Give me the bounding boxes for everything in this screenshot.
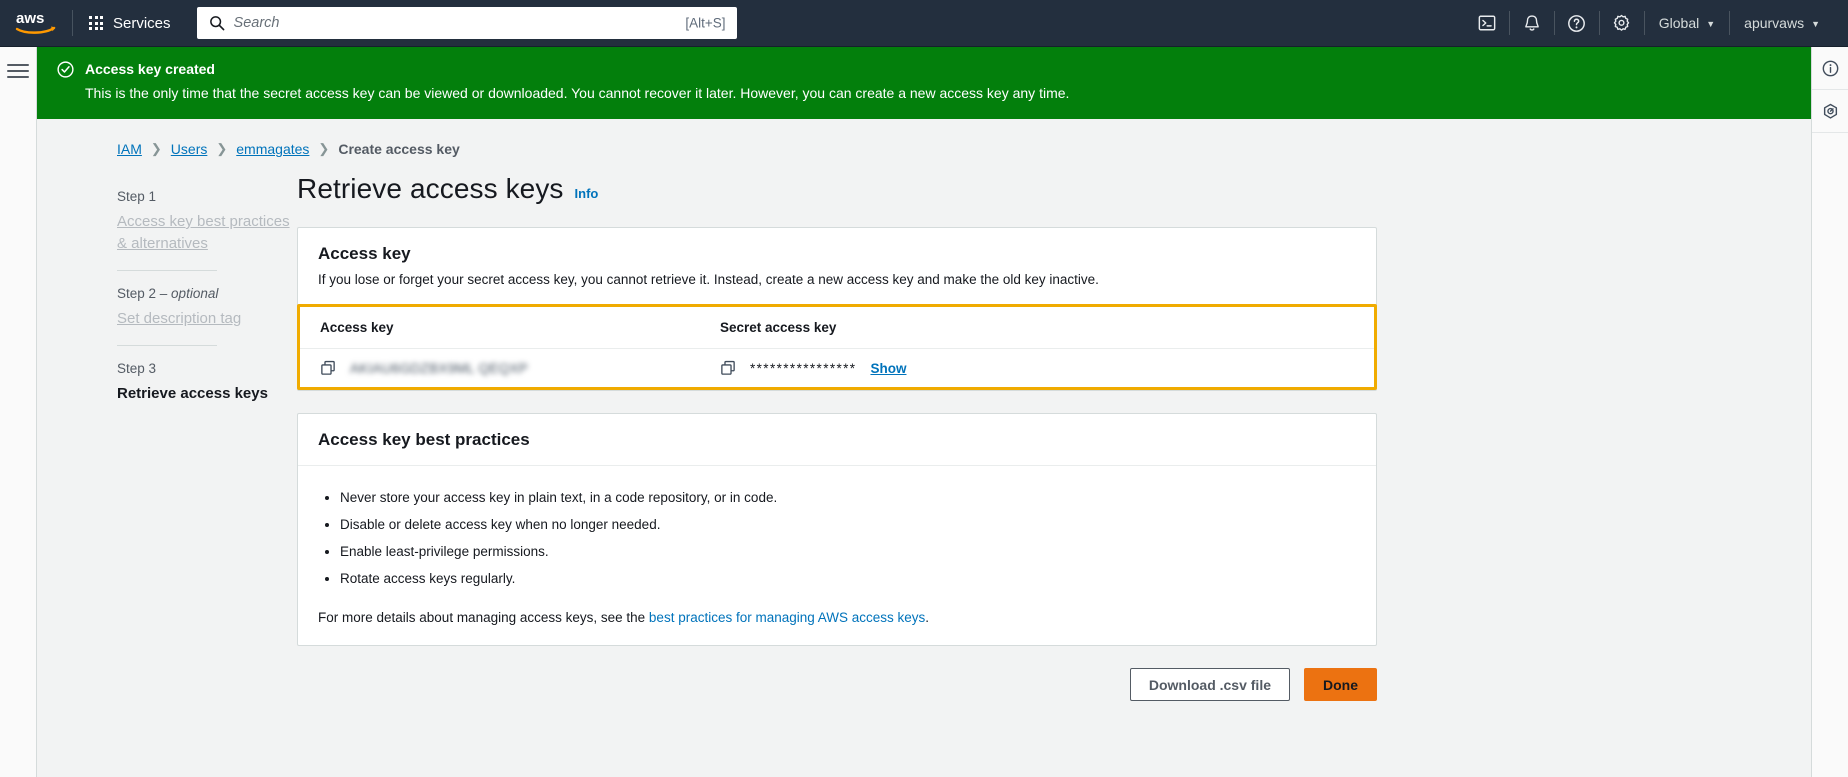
- breadcrumb: IAM ❯ Users ❯ emmagates ❯ Create access …: [37, 119, 1811, 157]
- step-1-label: Step 1: [117, 189, 157, 204]
- table-header-row: Access key Secret access key: [300, 307, 1374, 349]
- done-button[interactable]: Done: [1304, 668, 1377, 701]
- page-content: IAM ❯ Users ❯ emmagates ❯ Create access …: [37, 119, 1811, 777]
- cloudshell-icon: [1478, 15, 1496, 31]
- step-3-link: Retrieve access keys: [117, 385, 268, 402]
- access-key-card: Access key If you lose or forget your se…: [297, 227, 1377, 391]
- best-practices-list: Never store your access key in plain tex…: [298, 466, 1376, 602]
- column-header-access-key: Access key: [300, 307, 700, 349]
- best-practices-footer: For more details about managing access k…: [298, 602, 1376, 645]
- secret-access-key-masked: ****************: [750, 360, 857, 376]
- footer-suffix-text: .: [925, 610, 930, 625]
- wizard-step-2: Step 2 – optional Set description tag: [117, 286, 297, 345]
- step-2-label: Step 2 – optional: [117, 286, 219, 301]
- settings-gear-icon: [1614, 14, 1630, 31]
- help-button[interactable]: [1555, 0, 1599, 47]
- page-title-row: Retrieve access keys Info: [297, 173, 1377, 205]
- best-practices-card: Access key best practices Never store yo…: [297, 413, 1377, 646]
- breadcrumb-separator: ❯: [150, 141, 162, 156]
- services-menu-button[interactable]: Services: [73, 0, 185, 47]
- column-header-secret-access-key: Secret access key: [700, 307, 1030, 349]
- app-shell: Access key created This is the only time…: [0, 47, 1848, 777]
- aws-console-page: aws Services [Alt+S]: [0, 0, 1848, 777]
- access-key-card-title: Access key: [318, 244, 411, 263]
- info-panel-button[interactable]: [1811, 47, 1848, 90]
- wizard-steps-sidebar: Step 1 Access key best practices & alter…: [37, 173, 297, 731]
- hamburger-menu-icon[interactable]: [7, 64, 29, 78]
- copy-icon[interactable]: [320, 360, 336, 376]
- security-panel-button[interactable]: [1811, 90, 1848, 133]
- info-link[interactable]: Info: [575, 186, 599, 201]
- step-3-label: Step 3: [117, 361, 157, 376]
- footer-prefix-text: For more details about managing access k…: [318, 610, 649, 625]
- content-columns: Step 1 Access key best practices & alter…: [37, 157, 1811, 731]
- svg-text:aws: aws: [16, 10, 44, 27]
- settings-button[interactable]: [1600, 0, 1644, 47]
- breadcrumb-item-iam[interactable]: IAM: [117, 141, 142, 157]
- services-label: Services: [113, 14, 171, 32]
- access-key-card-header: Access key If you lose or forget your se…: [298, 228, 1376, 304]
- chevron-down-icon: ▼: [1706, 18, 1716, 29]
- account-menu[interactable]: apurvaws ▼: [1730, 0, 1834, 47]
- access-key-highlight-region: Access key Secret access key AKIAU6GDZBX…: [297, 304, 1377, 390]
- step-1-link[interactable]: Access key best practices & alternatives: [117, 213, 290, 252]
- region-label: Global: [1658, 15, 1700, 31]
- wizard-step-3: Step 3 Retrieve access keys: [117, 361, 297, 420]
- account-label: apurvaws: [1744, 15, 1805, 31]
- right-tools-rail: [1811, 47, 1848, 777]
- breadcrumb-separator: ❯: [216, 141, 228, 156]
- page-title: Retrieve access keys: [297, 173, 564, 204]
- step-divider: [117, 270, 217, 271]
- grid-menu-icon: [89, 16, 103, 30]
- flash-message: This is the only time that the secret ac…: [85, 85, 1070, 101]
- search-shortcut-hint: [Alt+S]: [685, 15, 726, 31]
- chevron-down-icon: ▼: [1811, 18, 1820, 29]
- notifications-button[interactable]: [1510, 0, 1554, 47]
- best-practices-title: Access key best practices: [318, 430, 530, 449]
- top-nav-right-group: Global ▼ apurvaws ▼: [1465, 0, 1848, 47]
- breadcrumb-separator: ❯: [318, 141, 330, 156]
- notifications-bell-icon: [1524, 14, 1539, 31]
- best-practices-header: Access key best practices: [298, 414, 1376, 466]
- top-navigation-bar: aws Services [Alt+S]: [0, 0, 1848, 47]
- wizard-step-1: Step 1 Access key best practices & alter…: [117, 189, 297, 270]
- cloudshell-button[interactable]: [1465, 0, 1509, 47]
- flash-title: Access key created: [85, 61, 215, 77]
- cell-access-key: AKIAU6GDZBX9ML QEQXP: [300, 349, 700, 388]
- breadcrumb-item-emmagates[interactable]: emmagates: [236, 141, 309, 157]
- search-icon: [209, 16, 224, 31]
- cell-spacer: [1030, 349, 1374, 388]
- global-search[interactable]: [Alt+S]: [196, 7, 737, 39]
- cell-secret-access-key: **************** Show: [700, 349, 1030, 388]
- center-column: Access key created This is the only time…: [37, 47, 1811, 777]
- list-item: Disable or delete access key when no lon…: [340, 511, 1356, 538]
- region-selector[interactable]: Global ▼: [1645, 0, 1729, 47]
- main-panel: Retrieve access keys Info Access key If …: [297, 173, 1477, 731]
- list-item: Rotate access keys regularly.: [340, 565, 1356, 592]
- list-item: Never store your access key in plain tex…: [340, 484, 1356, 511]
- best-practices-doc-link[interactable]: best practices for managing AWS access k…: [649, 610, 925, 625]
- security-shield-icon: [1823, 103, 1837, 119]
- copy-icon[interactable]: [720, 360, 736, 376]
- step-divider: [117, 345, 217, 346]
- search-input[interactable]: [197, 8, 736, 38]
- success-flash-banner: Access key created This is the only time…: [37, 47, 1811, 119]
- breadcrumb-item-users[interactable]: Users: [171, 141, 208, 157]
- access-key-table: Access key Secret access key AKIAU6GDZBX…: [300, 307, 1374, 387]
- step-2-link[interactable]: Set description tag: [117, 310, 241, 327]
- access-key-card-description: If you lose or forget your secret access…: [318, 272, 1099, 287]
- aws-logo[interactable]: aws: [0, 10, 72, 36]
- access-key-value: AKIAU6GDZBX9ML QEQXP: [350, 360, 529, 376]
- breadcrumb-item-current: Create access key: [338, 141, 460, 157]
- help-question-icon: [1568, 14, 1586, 32]
- list-item: Enable least-privilege permissions.: [340, 538, 1356, 565]
- info-panel-icon: [1822, 60, 1838, 76]
- table-row: AKIAU6GDZBX9ML QEQXP **************** Sh…: [300, 349, 1374, 388]
- column-header-spacer: [1030, 307, 1374, 349]
- show-secret-link[interactable]: Show: [870, 361, 906, 376]
- left-navigation-rail: [0, 47, 37, 777]
- download-csv-button[interactable]: Download .csv file: [1129, 668, 1290, 701]
- form-actions: Download .csv file Done: [297, 668, 1377, 731]
- status-success-icon: [57, 61, 74, 83]
